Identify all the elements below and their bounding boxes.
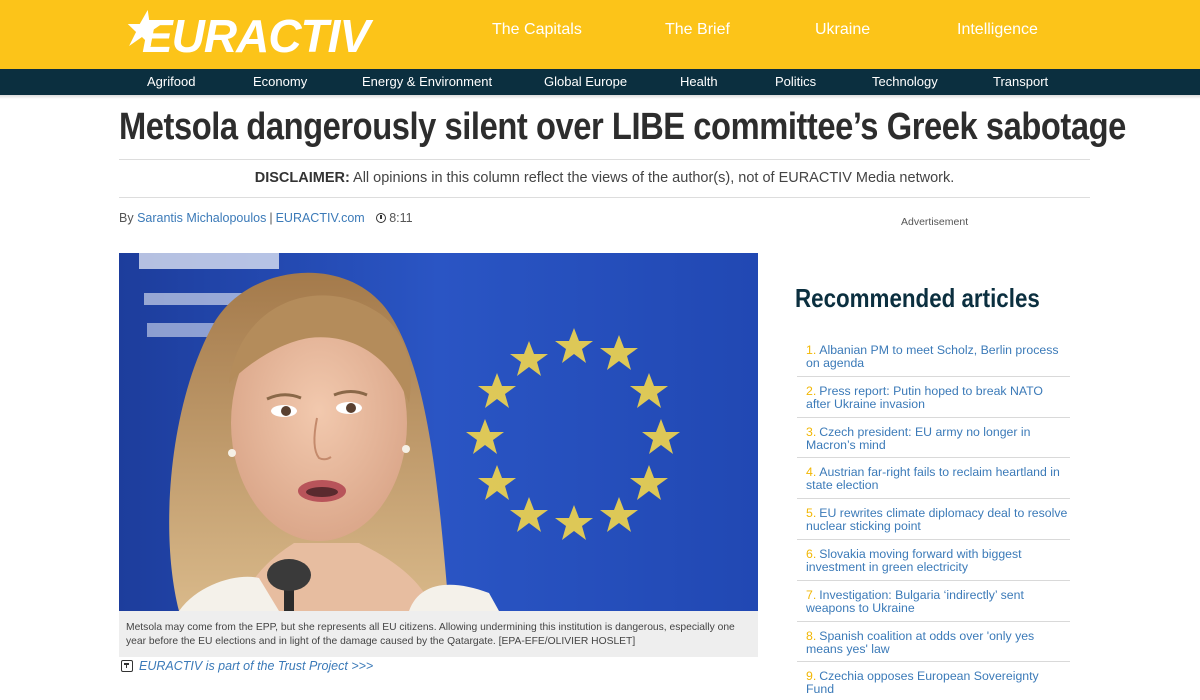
top-nav-intelligence[interactable]: Intelligence (957, 21, 1038, 39)
nav-global-europe[interactable]: Global Europe (544, 74, 627, 89)
trust-project-text: EURACTIV is part of the Trust Project >>… (139, 659, 374, 673)
item-number: 5. (806, 506, 817, 521)
item-title: Czechia opposes European Sovereignty Fun… (806, 669, 1039, 697)
item-title: Czech president: EU army no longer in Ma… (806, 424, 1031, 452)
divider (119, 159, 1090, 160)
item-title: Press report: Putin hoped to break NATO … (806, 383, 1043, 411)
item-number: 3. (806, 424, 817, 439)
recommended-item[interactable]: 6. Slovakia moving forward with biggest i… (797, 540, 1070, 581)
item-number: 4. (806, 465, 817, 480)
disclaimer-text: All opinions in this column reflect the … (353, 170, 955, 186)
item-title: Investigation: Bulgaria ‘indirectly’ sen… (806, 587, 1024, 615)
source-link[interactable]: EURACTIV.com (276, 211, 365, 225)
article-photo (119, 253, 758, 611)
item-number: 9. (806, 669, 817, 684)
divider (119, 197, 1090, 198)
trust-project-icon (121, 660, 133, 672)
recommended-item[interactable]: 5. EU rewrites climate diplomacy deal to … (797, 499, 1070, 540)
item-title: Austrian far-right fails to reclaim hear… (806, 465, 1060, 493)
nav-health[interactable]: Health (680, 74, 718, 89)
recommended-item[interactable]: 9. Czechia opposes European Sovereignty F… (797, 662, 1070, 700)
top-nav-ukraine[interactable]: Ukraine (815, 21, 870, 39)
nav-agrifood[interactable]: Agrifood (147, 74, 195, 89)
recommended-item[interactable]: 3. Czech president: EU army no longer in … (797, 418, 1070, 459)
top-header: EURACTIV The Capitals The Brief Ukraine … (0, 0, 1200, 69)
item-number: 6. (806, 546, 817, 561)
trust-project-link[interactable]: EURACTIV is part of the Trust Project >>… (121, 659, 373, 673)
item-title: Slovakia moving forward with biggest inv… (806, 546, 1022, 574)
recommended-item[interactable]: 4. Austrian far-right fails to reclaim he… (797, 458, 1070, 500)
item-title: EU rewrites climate diplomacy deal to re… (806, 506, 1068, 534)
recommended-item[interactable]: 8. Spanish coalition at odds over 'only y… (797, 622, 1070, 663)
nav-transport[interactable]: Transport (993, 74, 1048, 89)
recommended-title: Recommended articles (795, 283, 1040, 313)
nav-shadow (0, 95, 1200, 99)
recommended-item[interactable]: 2. Press report: Putin hoped to break NAT… (797, 377, 1070, 418)
byline-prefix: By (119, 211, 134, 225)
recommended-item[interactable]: 7. Investigation: Bulgaria ‘indirectly’ s… (797, 581, 1070, 622)
nav-technology[interactable]: Technology (872, 74, 938, 89)
item-number: 7. (806, 587, 817, 602)
top-nav-the-brief[interactable]: The Brief (665, 21, 730, 39)
photo-caption: Metsola may come from the EPP, but she r… (119, 611, 758, 657)
disclaimer-label: DISCLAIMER: (254, 170, 350, 186)
clock-icon (376, 213, 387, 223)
byline-separator: | (269, 211, 273, 225)
author-link[interactable]: Sarantis Michalopoulos (137, 211, 266, 225)
publish-time: 8:11 (389, 211, 413, 225)
item-title: Spanish coalition at odds over 'only yes… (806, 628, 1035, 656)
nav-economy[interactable]: Economy (253, 74, 307, 89)
photo-illustration (119, 253, 758, 611)
disclaimer: DISCLAIMER: All opinions in this column … (119, 170, 1090, 186)
nav-energy-environment[interactable]: Energy & Environment (362, 74, 492, 89)
item-number: 2. (806, 383, 817, 398)
recommended-item[interactable]: 1. Albanian PM to meet Scholz, Berlin pro… (797, 336, 1070, 377)
nav-politics[interactable]: Politics (775, 74, 816, 89)
item-number: 8. (806, 628, 817, 643)
item-title: Albanian PM to meet Scholz, Berlin proce… (806, 343, 1059, 370)
advertisement-label: Advertisement (901, 216, 969, 228)
article-headline: Metsola dangerously silent over LIBE com… (119, 106, 1126, 148)
item-number: 1. (806, 343, 817, 357)
top-nav: The Capitals The Brief Ukraine Intellige… (0, 0, 1200, 69)
recommended-list: 1. Albanian PM to meet Scholz, Berlin pro… (797, 336, 1070, 700)
top-nav-the-capitals[interactable]: The Capitals (492, 21, 582, 39)
section-nav: Agrifood Economy Energy & Environment Gl… (0, 69, 1200, 95)
byline: By Sarantis Michalopoulos | EURACTIV.com 8… (119, 211, 413, 225)
